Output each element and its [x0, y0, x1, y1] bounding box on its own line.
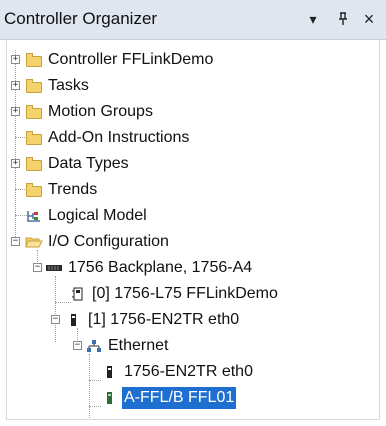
module-icon	[101, 365, 119, 379]
network-icon	[85, 339, 103, 353]
panel-title: Controller Organizer	[4, 9, 158, 28]
module-icon	[65, 313, 83, 327]
tree-item-add-on-instructions[interactable]: Add-On Instructions	[25, 125, 191, 151]
collapse-icon[interactable]: −	[33, 263, 42, 272]
tree-item-label: Controller FFLinkDemo	[48, 51, 214, 68]
tree-item-tasks[interactable]: Tasks	[25, 73, 91, 99]
folder-icon	[25, 183, 43, 197]
tree-line	[89, 380, 101, 381]
tree-item-slot-0-controller[interactable]: [0] 1756-L75 FFLinkDemo	[69, 281, 280, 307]
controller-module-icon	[69, 287, 87, 301]
close-icon[interactable]: ×	[358, 7, 380, 31]
tree-item-ethernet[interactable]: Ethernet	[85, 333, 170, 359]
collapse-icon[interactable]: −	[11, 237, 20, 246]
tree-item-label: A-FFL/B FFL01	[122, 387, 237, 409]
dropdown-arrow-icon[interactable]: ▾	[302, 7, 324, 31]
tree-item-label: 1756-EN2TR eth0	[124, 363, 253, 380]
tree-item-label: Logical Model	[48, 207, 147, 224]
tree-item-label: Add-On Instructions	[48, 129, 190, 146]
controller-tree: + Controller FFLinkDemo + Tasks + Motion…	[6, 40, 380, 420]
backplane-icon	[45, 261, 63, 275]
tree-item-label: Tasks	[48, 77, 89, 94]
expand-icon[interactable]: +	[11, 55, 20, 64]
tree-item-label: I/O Configuration	[48, 233, 169, 250]
pin-icon[interactable]	[332, 7, 354, 31]
tree-item-data-types[interactable]: Data Types	[25, 151, 131, 177]
tree-item-label: 1756 Backplane, 1756-A4	[68, 259, 253, 276]
tree-item-en2tr-eth0[interactable]: 1756-EN2TR eth0	[101, 359, 255, 385]
folder-icon	[25, 53, 43, 67]
folder-icon	[25, 157, 43, 171]
tree-item-label: Trends	[48, 181, 98, 198]
folder-icon	[25, 131, 43, 145]
tree-item-label: Motion Groups	[48, 103, 153, 120]
collapse-icon[interactable]: −	[51, 315, 60, 324]
expand-icon[interactable]: +	[11, 159, 20, 168]
tree-item-backplane[interactable]: 1756 Backplane, 1756-A4	[45, 255, 254, 281]
device-icon	[101, 391, 119, 405]
tree-item-label: Data Types	[48, 155, 129, 172]
folder-icon	[25, 79, 43, 93]
expand-icon[interactable]: +	[11, 107, 20, 116]
open-folder-icon	[25, 235, 43, 249]
tree-item-ffl01[interactable]: A-FFL/B FFL01	[101, 385, 237, 411]
tree-line	[15, 50, 16, 237]
tree-item-label: [0] 1756-L75 FFLinkDemo	[92, 285, 278, 302]
collapse-icon[interactable]: −	[73, 341, 82, 350]
controller-organizer-panel: Controller Organizer ▾ × + Controller FF…	[0, 0, 386, 426]
tree-item-label: [1] 1756-EN2TR eth0	[88, 311, 240, 328]
tree-item-motion-groups[interactable]: Motion Groups	[25, 99, 155, 125]
tree-line	[89, 406, 101, 407]
tree-item-slot-1-en2tr[interactable]: [1] 1756-EN2TR eth0	[65, 307, 241, 333]
tree-item-io-configuration[interactable]: I/O Configuration	[25, 229, 171, 255]
folder-icon	[25, 105, 43, 119]
tree-item-trends[interactable]: Trends	[25, 177, 99, 203]
tree-item-logical-model[interactable]: Logical Model	[25, 203, 149, 229]
tree-line	[89, 354, 90, 418]
tree-item-label: Ethernet	[108, 337, 169, 354]
tree-item-controller[interactable]: Controller FFLinkDemo	[25, 47, 215, 73]
expand-icon[interactable]: +	[11, 81, 20, 90]
panel-titlebar: Controller Organizer ▾ ×	[0, 0, 386, 40]
tree-line	[55, 276, 56, 342]
logical-model-icon	[25, 209, 43, 223]
